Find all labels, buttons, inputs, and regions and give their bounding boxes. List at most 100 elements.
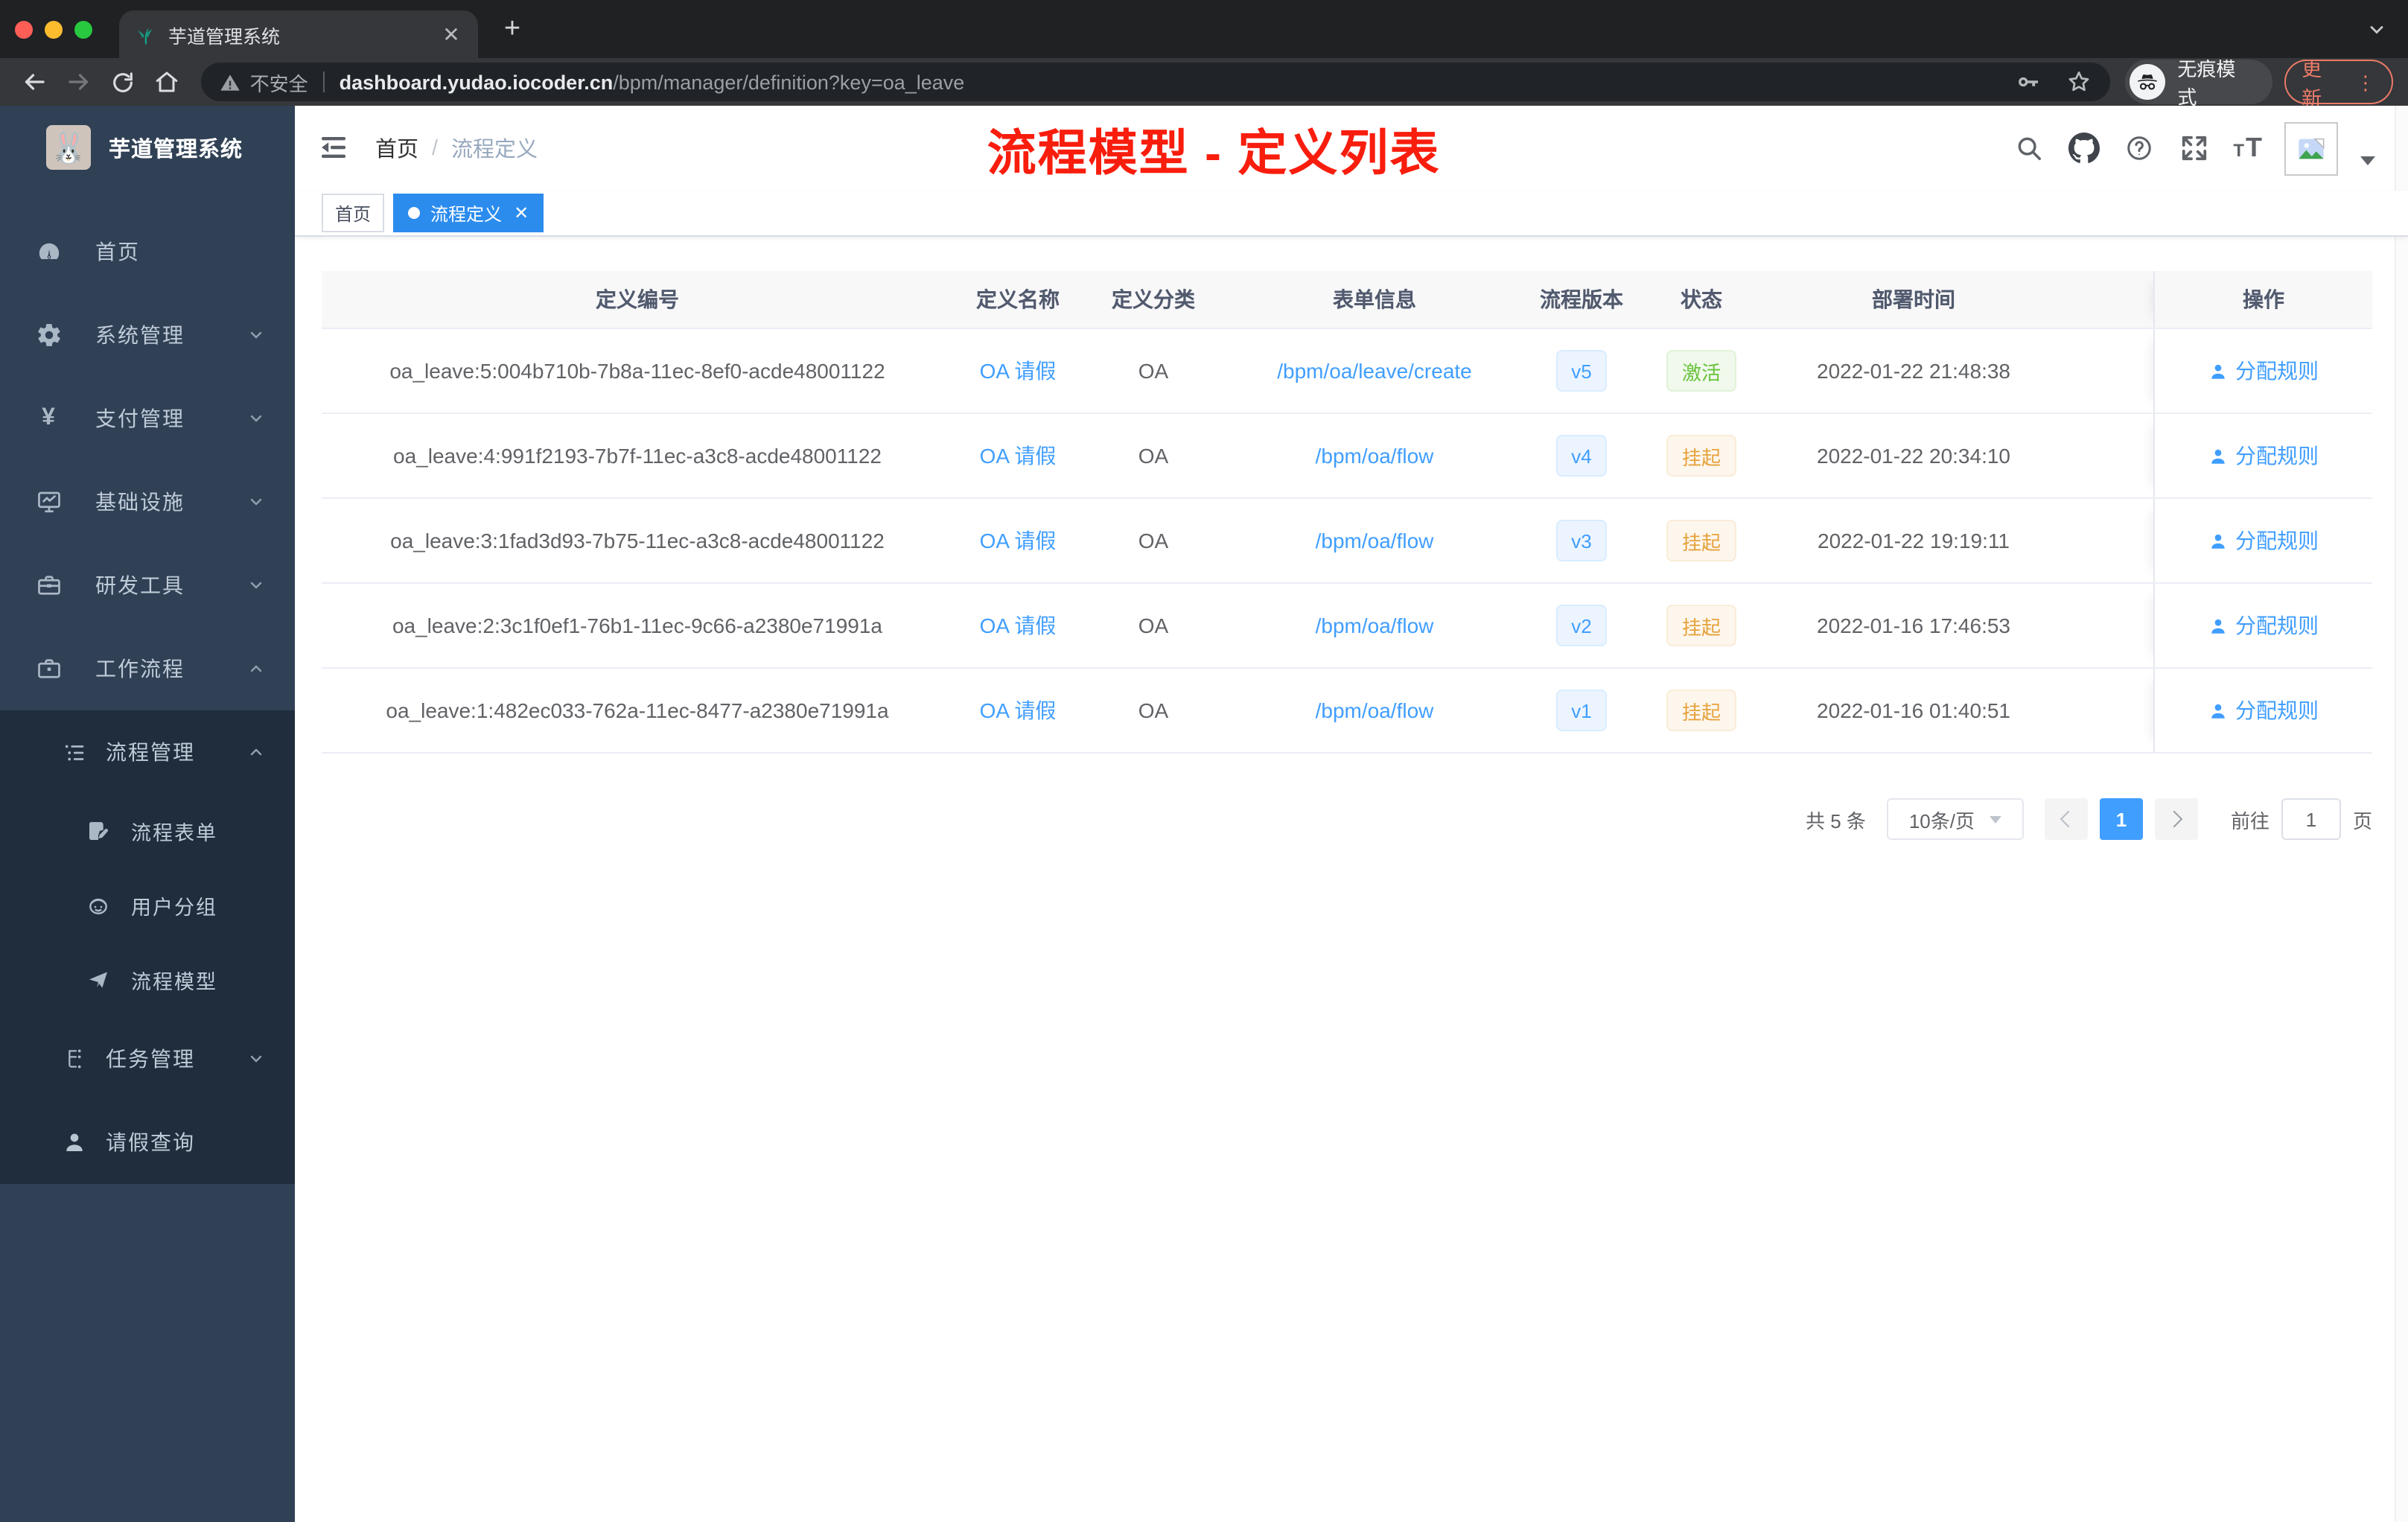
form-link[interactable]: /bpm/oa/flow: [1316, 614, 1434, 637]
tab-search-chevron-icon[interactable]: [2366, 19, 2387, 39]
form-link[interactable]: /bpm/oa/flow: [1316, 698, 1434, 722]
browser-menu-icon[interactable]: ⋮: [2356, 72, 2375, 92]
sidebar-item-process-mgmt[interactable]: 流程管理: [0, 710, 295, 794]
home-button[interactable]: [147, 63, 185, 101]
definition-name-link[interactable]: OA 请假: [980, 356, 1057, 386]
definition-name-link[interactable]: OA 请假: [980, 695, 1057, 725]
sidebar-item-payment[interactable]: ¥ 支付管理: [0, 377, 295, 460]
person-icon: [2211, 703, 2225, 718]
browser-update-button[interactable]: 更新 ⋮: [2284, 58, 2393, 110]
definition-name-link[interactable]: OA 请假: [980, 526, 1057, 555]
close-window-button[interactable]: [15, 20, 33, 38]
sidebar-item-workflow[interactable]: 工作流程: [0, 627, 295, 710]
person-icon: [2211, 448, 2225, 463]
workflow-submenu: 流程管理 流程表单 用户分组 流程模型 任务管理 请假查询: [0, 710, 295, 1184]
minimize-window-button[interactable]: [45, 20, 63, 38]
sidebar-item-home[interactable]: 首页: [0, 210, 295, 293]
form-link[interactable]: /bpm/oa/leave/create: [1277, 359, 1472, 383]
browser-tab[interactable]: 芋道管理系统 ✕: [119, 10, 478, 58]
update-label: 更新: [2302, 58, 2322, 110]
sidebar-item-label: 请假查询: [106, 1130, 195, 1154]
assign-rule-link[interactable]: 分配规则: [2208, 356, 2319, 386]
definition-category: OA: [1138, 614, 1169, 637]
form-link[interactable]: /bpm/oa/flow: [1316, 529, 1434, 553]
tag-home[interactable]: 首页: [322, 194, 385, 232]
tab-close-icon[interactable]: ✕: [439, 22, 463, 47]
sidebar-item-task-mgmt[interactable]: 任务管理: [0, 1017, 295, 1101]
font-size-icon[interactable]: TT: [2233, 133, 2262, 164]
fullscreen-icon[interactable]: [2178, 132, 2211, 165]
sidebar-item-leave-query[interactable]: 请假查询: [0, 1101, 295, 1184]
toolbox-icon: [36, 572, 63, 599]
goto-page-input[interactable]: [2281, 798, 2341, 840]
assign-rule-link[interactable]: 分配规则: [2208, 441, 2319, 471]
browser-tab-strip: 芋道管理系统 ✕ +: [0, 0, 2408, 58]
search-icon[interactable]: [2013, 132, 2045, 165]
chevron-right-icon: [2165, 810, 2183, 828]
page-size-select[interactable]: 10条/页: [1886, 798, 2024, 840]
sidebar-logo[interactable]: 🐰 芋道管理系统: [0, 106, 295, 189]
sidebar-item-system[interactable]: 系统管理: [0, 293, 295, 377]
col-header: 状态: [1681, 287, 1722, 311]
sidebar: 🐰 芋道管理系统 首页 系统管理 ¥ 支付管理 基础设施 研发工具 工作流程 流…: [0, 106, 295, 1522]
next-page-button[interactable]: [2154, 798, 2198, 840]
tag-process-definition[interactable]: 流程定义 ✕: [393, 194, 544, 232]
col-header: 定义名称: [976, 287, 1060, 311]
github-icon[interactable]: [2068, 132, 2100, 165]
sidebar-item-label: 支付管理: [95, 407, 185, 430]
assign-rule-link[interactable]: 分配规则: [2208, 526, 2319, 555]
col-header: 部署时间: [1872, 287, 1955, 311]
breadcrumb-home[interactable]: 首页: [375, 133, 418, 164]
avatar-caret-down-icon[interactable]: [2360, 156, 2375, 165]
main-area: 首页 / 流程定义 流程模型 - 定义列表 T T 首页 流程定义 ✕ 定义编号…: [295, 106, 2408, 1522]
chevron-down-icon: [247, 326, 265, 344]
tags-view-bar: 首页 流程定义 ✕: [295, 191, 2408, 237]
scrollbar-track[interactable]: [2395, 106, 2408, 1522]
tag-close-icon[interactable]: ✕: [514, 204, 529, 222]
form-link[interactable]: /bpm/oa/flow: [1316, 444, 1434, 468]
bookmark-star-icon[interactable]: [2066, 69, 2093, 95]
key-icon[interactable]: [2016, 69, 2042, 95]
hamburger-toggle-icon[interactable]: [319, 133, 348, 162]
person-icon: [2211, 618, 2225, 633]
pagination: 共 5 条 10条/页 1 前往 页: [295, 798, 2408, 840]
definition-table: 定义编号 定义名称 定义分类 表单信息 流程版本 状态 部署时间 操作 oa_l…: [322, 271, 2372, 754]
avatar-broken-image[interactable]: [2284, 121, 2338, 175]
assign-rule-link[interactable]: 分配规则: [2208, 695, 2319, 725]
sidebar-item-label: 工作流程: [95, 657, 185, 681]
page-size-value: 10条/页: [1908, 809, 1975, 832]
app-window: 🐰 芋道管理系统 首页 系统管理 ¥ 支付管理 基础设施 研发工具 工作流程 流…: [0, 106, 2408, 1522]
sidebar-item-user-group[interactable]: 用户分组: [0, 868, 295, 943]
col-header: 定义分类: [1112, 287, 1195, 311]
person-icon: [61, 1129, 88, 1156]
prev-page-button[interactable]: [2044, 798, 2088, 840]
security-status[interactable]: 不安全: [219, 68, 308, 96]
sidebar-item-label: 研发工具: [95, 573, 185, 597]
breadcrumb-current: 流程定义: [451, 138, 538, 162]
back-button[interactable]: [15, 63, 53, 101]
sidebar-item-dev-tools[interactable]: 研发工具: [0, 544, 295, 627]
current-page-button[interactable]: 1: [2099, 798, 2143, 840]
address-bar[interactable]: 不安全 dashboard.yudao.iocoder.cn/bpm/manag…: [200, 63, 2111, 101]
deploy-time: 2022-01-22 19:19:11: [1818, 529, 2010, 553]
definition-name-link[interactable]: OA 请假: [980, 441, 1057, 471]
reload-button[interactable]: [103, 63, 141, 101]
sidebar-item-process-model[interactable]: 流程模型: [0, 943, 295, 1017]
zoom-window-button[interactable]: [74, 20, 92, 38]
definition-category: OA: [1138, 529, 1169, 553]
new-tab-button[interactable]: +: [493, 10, 532, 48]
sidebar-item-infrastructure[interactable]: 基础设施: [0, 460, 295, 544]
sidebar-item-process-form[interactable]: 流程表单: [0, 794, 295, 868]
assign-rule-link[interactable]: 分配规则: [2208, 611, 2319, 640]
forward-button[interactable]: [59, 63, 97, 101]
traffic-lights: [0, 20, 92, 38]
chevron-down-icon: [247, 576, 265, 594]
user-face-icon: [85, 892, 112, 919]
status-badge: 挂起: [1666, 690, 1736, 731]
briefcase-icon: [36, 655, 63, 682]
help-icon[interactable]: [2123, 132, 2156, 165]
app-title: 芋道管理系统: [109, 138, 243, 162]
definition-name-link[interactable]: OA 请假: [980, 611, 1057, 640]
